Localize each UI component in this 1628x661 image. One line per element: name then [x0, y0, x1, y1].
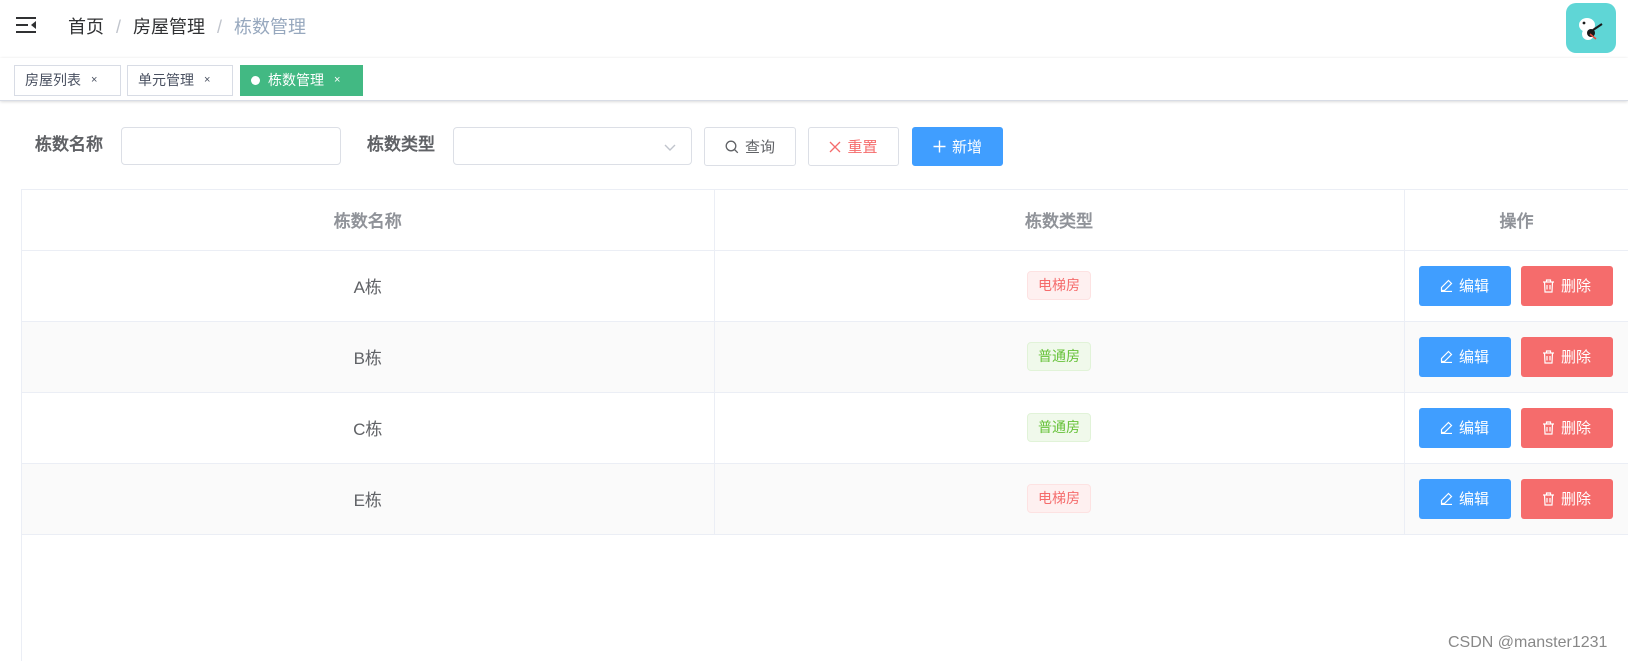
edit-icon — [1440, 279, 1453, 292]
tags-view: 房屋列表 × 单元管理 × 栋数管理 × — [0, 58, 1628, 101]
reset-label: 重置 — [847, 139, 878, 156]
edit-label: 编辑 — [1458, 349, 1489, 366]
plus-icon — [933, 140, 946, 153]
building-type-cell: 电梯房 — [714, 250, 1405, 322]
delete-label: 删除 — [1560, 491, 1591, 508]
building-name-cell: E栋 — [22, 463, 715, 535]
watermark: CSDN @manster1231 — [1448, 634, 1608, 651]
building-table: 栋数名称 栋数类型 操作 A栋 电梯房 编辑 删除 B栋 普通房 编辑 删除 C… — [21, 189, 1628, 661]
building-type-label: 栋数类型 — [367, 135, 435, 154]
edit-button[interactable]: 编辑 — [1418, 478, 1511, 519]
tab-label: 单元管理 — [138, 72, 194, 88]
building-type-tag: 电梯房 — [1027, 271, 1091, 300]
edit-icon — [1440, 350, 1453, 363]
delete-label: 删除 — [1560, 349, 1591, 366]
tab-building-management[interactable]: 栋数管理 × — [240, 65, 363, 96]
navbar: 首页 / 房屋管理 / 栋数管理 — [0, 0, 1628, 58]
building-name-cell: C栋 — [22, 392, 715, 464]
delete-button[interactable]: 删除 — [1520, 478, 1613, 519]
column-header-actions: 操作 — [1404, 190, 1628, 251]
query-button[interactable]: 查询 — [704, 127, 796, 166]
actions-cell: 编辑 删除 — [1404, 250, 1628, 322]
edit-label: 编辑 — [1458, 491, 1489, 508]
column-header-name: 栋数名称 — [22, 190, 715, 251]
edit-button[interactable]: 编辑 — [1418, 265, 1511, 306]
table-row: E栋 电梯房 编辑 删除 — [22, 463, 1628, 535]
active-dot-icon — [251, 76, 260, 85]
building-name-cell: B栋 — [22, 321, 715, 393]
building-name-label: 栋数名称 — [35, 135, 103, 154]
actions-cell: 编辑 删除 — [1404, 392, 1628, 464]
breadcrumb-current: 栋数管理 — [234, 17, 307, 37]
building-name-input[interactable] — [121, 127, 341, 165]
building-type-tag: 电梯房 — [1027, 484, 1091, 513]
delete-label: 删除 — [1560, 420, 1591, 437]
trash-icon — [1542, 420, 1554, 435]
breadcrumb-house-management[interactable]: 房屋管理 — [133, 16, 205, 38]
building-name-cell: A栋 — [22, 250, 715, 322]
chevron-down-icon — [664, 144, 676, 151]
trash-icon — [1542, 491, 1554, 506]
table-header-row: 栋数名称 栋数类型 操作 — [22, 190, 1628, 251]
actions-cell: 编辑 删除 — [1404, 321, 1628, 393]
add-label: 新增 — [951, 139, 982, 156]
table-row: C栋 普通房 编辑 删除 — [22, 392, 1628, 464]
breadcrumb-home[interactable]: 首页 — [68, 16, 104, 38]
tab-unit-management[interactable]: 单元管理 × — [127, 65, 233, 96]
table-row: B栋 普通房 编辑 删除 — [22, 321, 1628, 393]
tab-label: 房屋列表 — [25, 72, 81, 88]
edit-icon — [1440, 421, 1453, 434]
trash-icon — [1542, 349, 1554, 364]
tab-label: 栋数管理 — [268, 72, 324, 88]
building-type-tag: 普通房 — [1027, 413, 1091, 442]
breadcrumb-separator: / — [116, 17, 122, 37]
edit-icon — [1440, 492, 1453, 505]
building-type-select[interactable] — [453, 127, 692, 165]
close-icon[interactable]: × — [204, 66, 210, 95]
add-button[interactable]: 新增 — [912, 127, 1003, 166]
building-type-cell: 普通房 — [714, 392, 1405, 464]
building-type-tag: 普通房 — [1027, 342, 1091, 371]
reset-button[interactable]: 重置 — [808, 127, 899, 166]
column-header-type: 栋数类型 — [714, 190, 1405, 251]
building-type-cell: 普通房 — [714, 321, 1405, 393]
building-type-cell: 电梯房 — [714, 463, 1405, 535]
breadcrumb: 首页 / 房屋管理 / 栋数管理 — [68, 16, 306, 38]
avatar[interactable] — [1566, 3, 1616, 53]
trash-icon — [1542, 278, 1554, 293]
actions-cell: 编辑 删除 — [1404, 463, 1628, 535]
edit-label: 编辑 — [1458, 420, 1489, 437]
delete-button[interactable]: 删除 — [1520, 336, 1613, 377]
edit-button[interactable]: 编辑 — [1418, 336, 1511, 377]
close-icon[interactable]: × — [334, 66, 340, 95]
avatar-image — [1579, 18, 1603, 40]
table-row: A栋 电梯房 编辑 删除 — [22, 250, 1628, 322]
close-icon[interactable]: × — [91, 66, 97, 95]
hamburger-icon[interactable] — [16, 16, 36, 34]
delete-button[interactable]: 删除 — [1520, 265, 1613, 306]
delete-button[interactable]: 删除 — [1520, 407, 1613, 448]
search-icon — [725, 140, 739, 153]
breadcrumb-separator: / — [217, 17, 223, 37]
close-icon — [830, 141, 841, 152]
query-label: 查询 — [744, 139, 775, 156]
tab-house-list[interactable]: 房屋列表 × — [14, 65, 121, 96]
delete-label: 删除 — [1560, 278, 1591, 295]
edit-button[interactable]: 编辑 — [1418, 407, 1511, 448]
edit-label: 编辑 — [1458, 278, 1489, 295]
